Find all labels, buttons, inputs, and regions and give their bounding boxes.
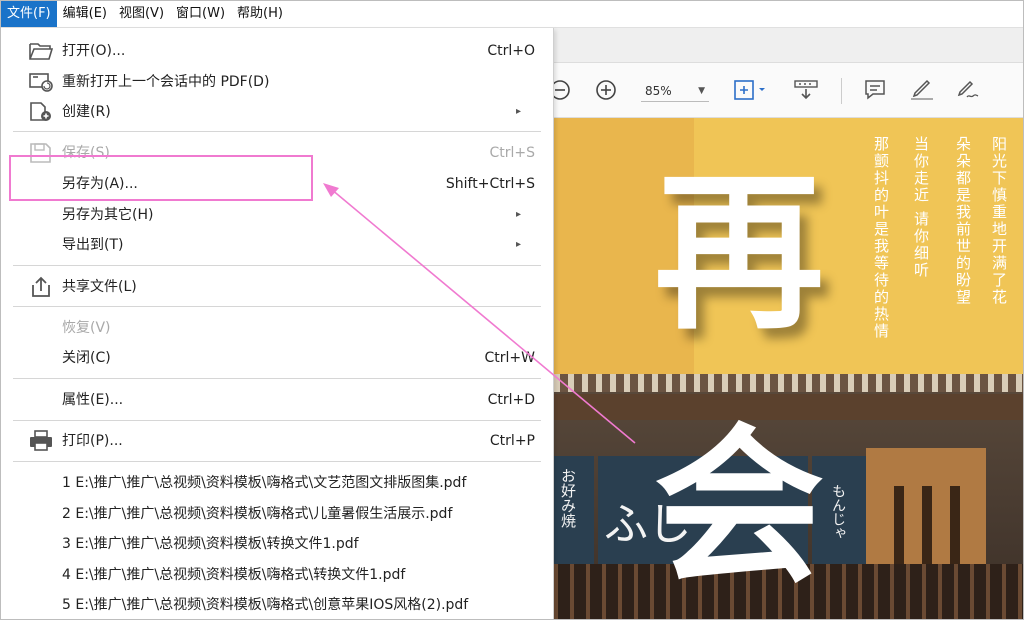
app-window: 文件(F) 编辑(E) 视图(V) 窗口(W) 帮助(H) 85% ▼ 阳光下慎… (0, 0, 1024, 620)
annotation-arrow (323, 183, 636, 444)
